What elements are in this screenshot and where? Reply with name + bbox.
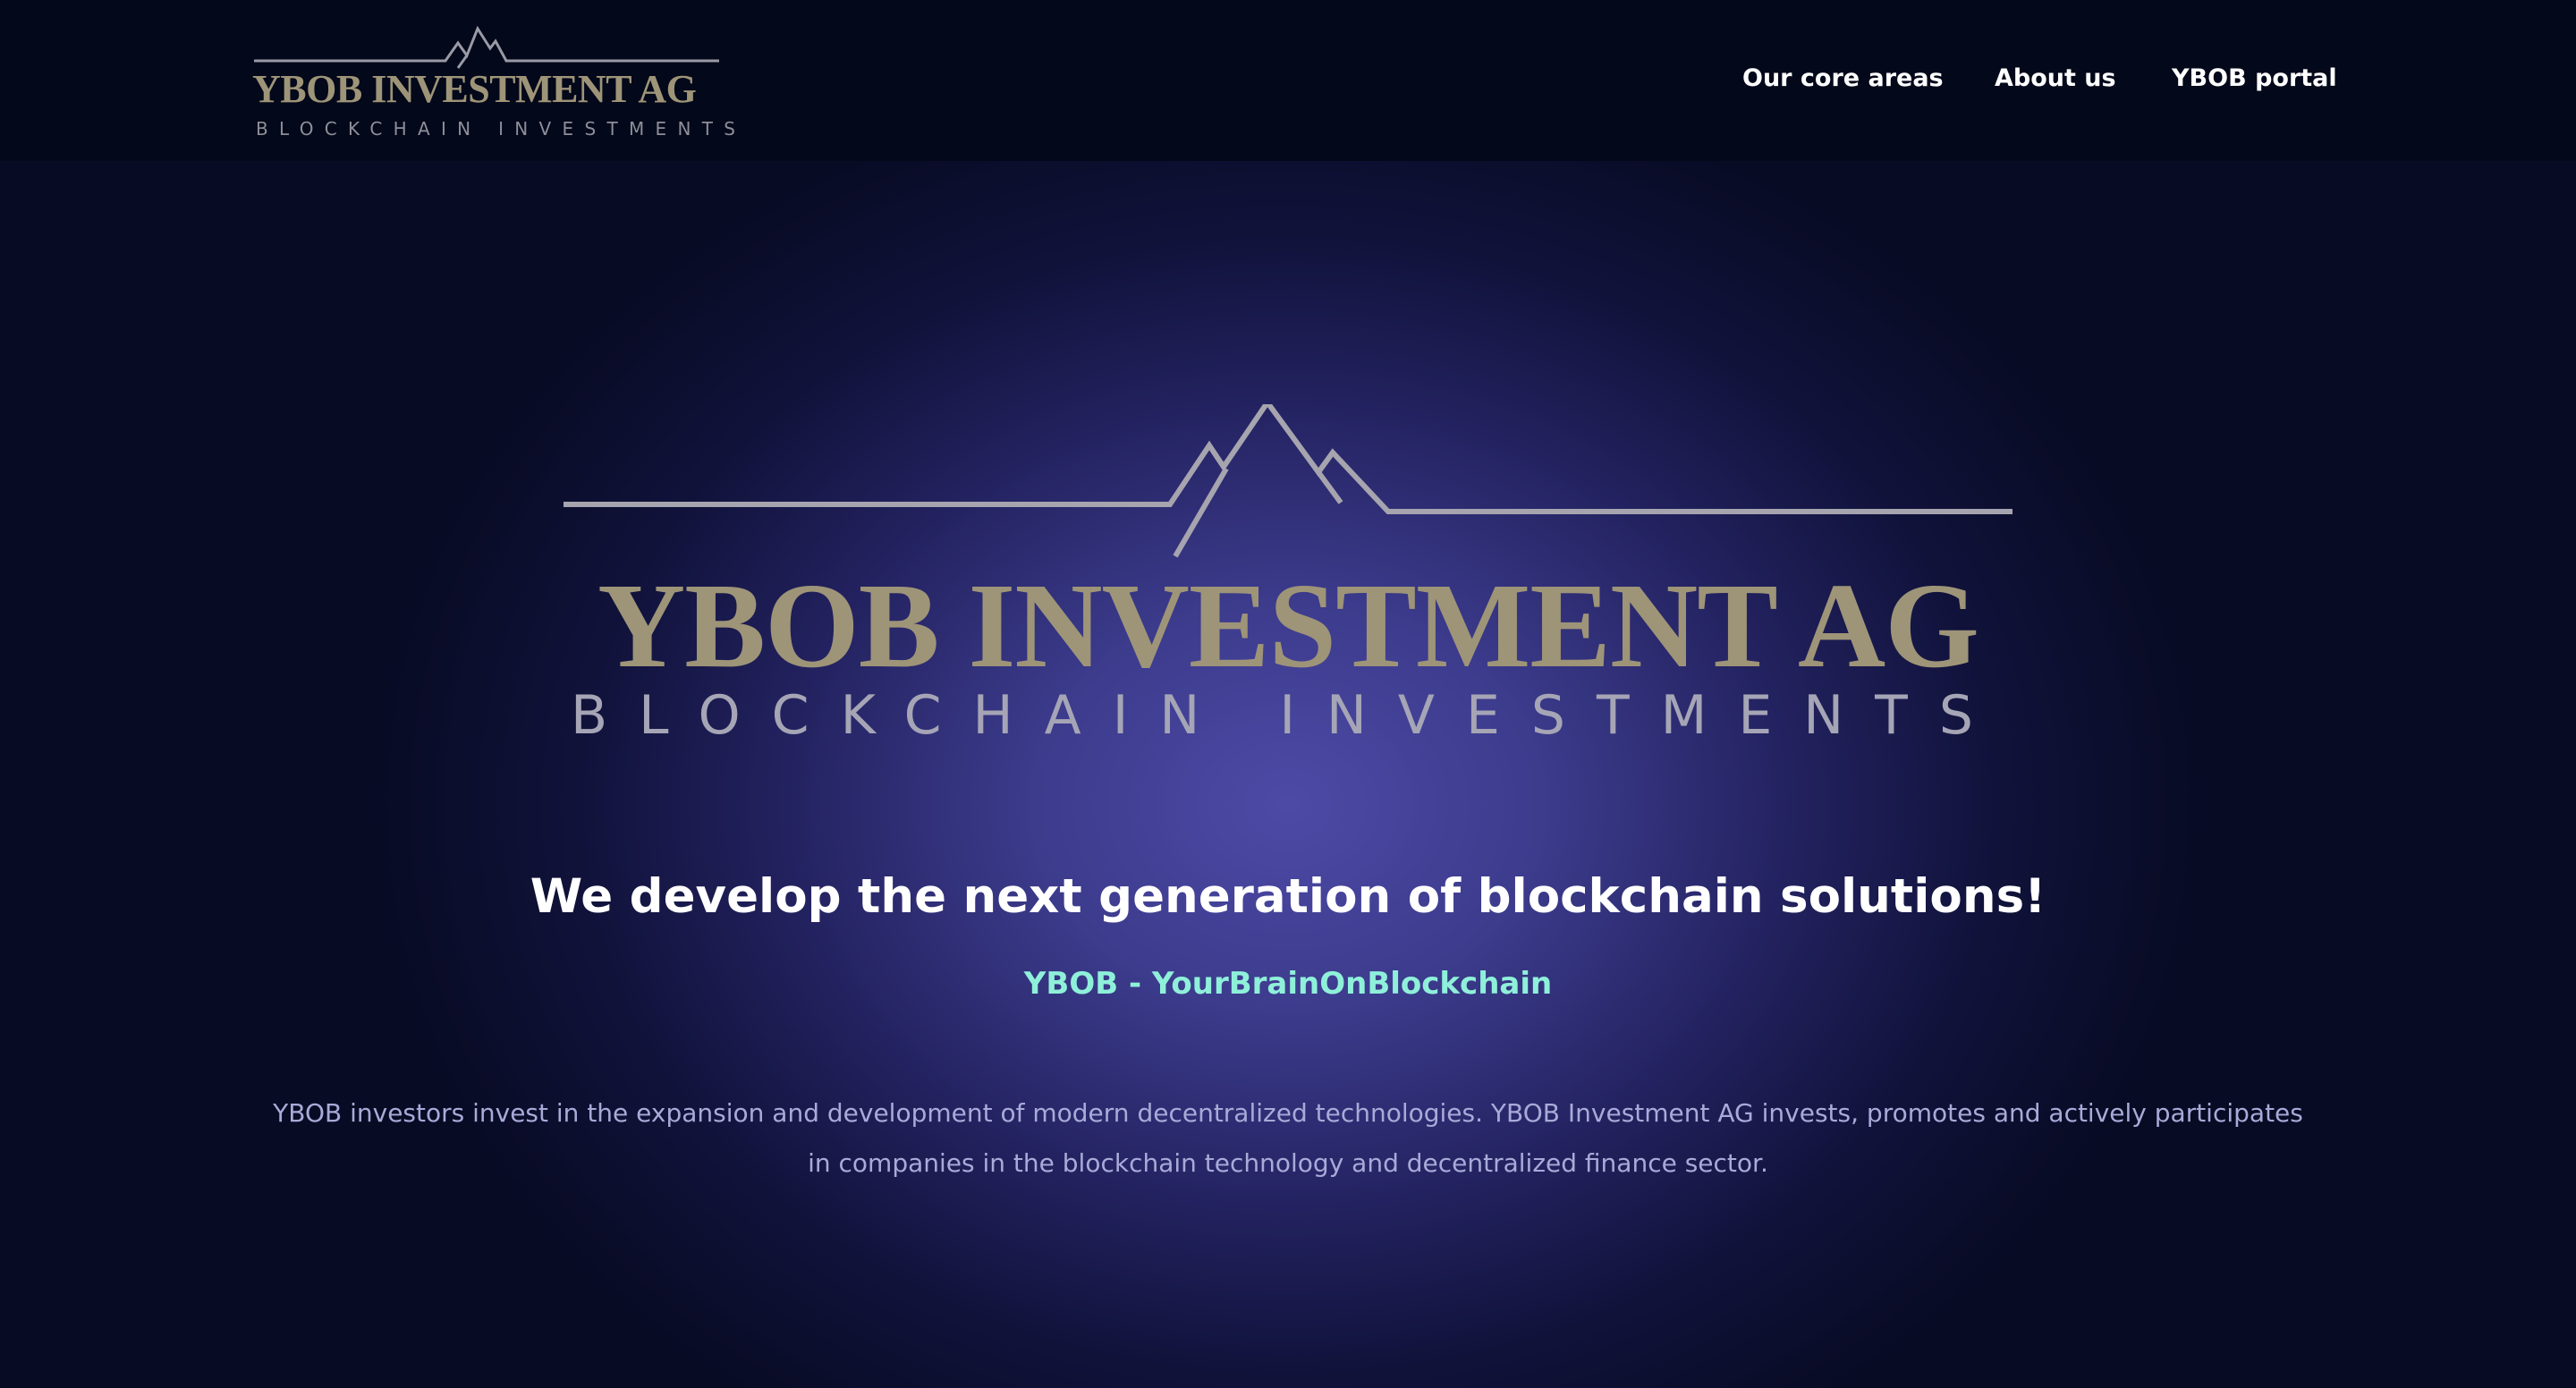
nav-ybob-portal[interactable]: YBOB portal	[2172, 59, 2337, 98]
page: YBOB INVESTMENT AG BLOCKCHAIN INVESTMENT…	[0, 0, 2576, 1388]
hero-logo-subtitle: BLOCKCHAIN INVESTMENTS	[571, 684, 2004, 747]
hero-logo: YBOB INVESTMENT AG BLOCKCHAIN INVESTMENT…	[562, 404, 2014, 753]
hero-tagline: YBOB - YourBrainOnBlockchain	[1023, 966, 1553, 1002]
hero-logo-title: YBOB INVESTMENT AG	[597, 559, 1979, 693]
hero-headline: We develop the next generation of blockc…	[530, 869, 2046, 924]
site-header: YBOB INVESTMENT AG BLOCKCHAIN INVESTMENT…	[0, 0, 2576, 161]
header-logo-subtitle: BLOCKCHAIN INVESTMENTS	[256, 118, 747, 140]
hero-description: YBOB investors invest in the expansion a…	[273, 1098, 2303, 1178]
nav-core-areas[interactable]: Our core areas	[1742, 59, 1944, 98]
header-logo-title: YBOB INVESTMENT AG	[252, 67, 697, 111]
nav-about-us[interactable]: About us	[1995, 59, 2116, 98]
header-logo[interactable]: YBOB INVESTMENT AG BLOCKCHAIN INVESTMENT…	[250, 23, 735, 143]
mountain-logo-icon	[564, 404, 2012, 558]
